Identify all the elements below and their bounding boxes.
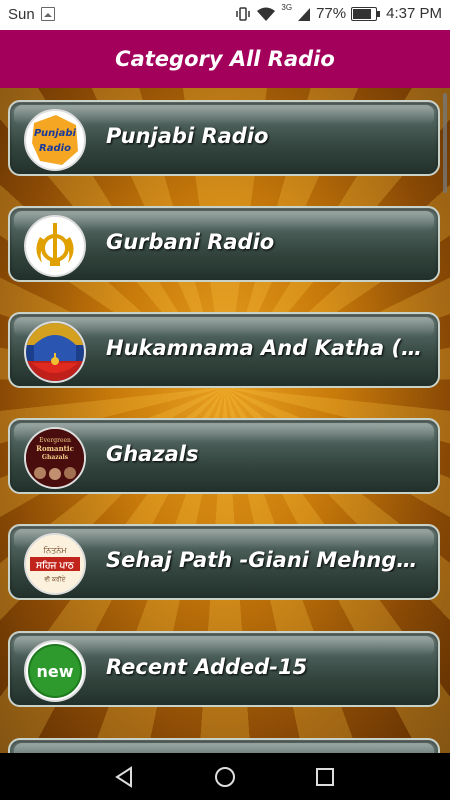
svg-text:Evergreen: Evergreen: [39, 437, 71, 444]
svg-text:ਨਿਤਨੇਮ: ਨਿਤਨੇਮ: [43, 546, 68, 555]
category-item-ghazals[interactable]: Evergreen Romantic Ghazals Ghazals: [8, 418, 440, 494]
signal-icon: [298, 7, 311, 21]
status-bar: Sun 3G 77% 4:37 PM: [0, 0, 450, 30]
svg-text:Romantic: Romantic: [36, 444, 74, 453]
scrollbar[interactable]: [443, 93, 447, 193]
vibrate-icon: [236, 6, 251, 21]
app-bar: Category All Radio: [0, 30, 450, 88]
category-label: Hukamnama And Katha (Dai…: [106, 336, 430, 360]
battery-icon: [351, 6, 381, 21]
network-type: 3G: [281, 2, 293, 12]
punjabi-radio-logo: Punjabi Radio: [24, 109, 86, 171]
category-label: Sehaj Path -Giani Mehnga Si…: [106, 548, 430, 572]
image-icon: [40, 6, 55, 21]
status-day: Sun: [8, 6, 35, 23]
home-icon[interactable]: [213, 765, 237, 789]
category-item-gurbani-radio[interactable]: Gurbani Radio: [8, 206, 440, 282]
category-label: Punjabi Radio: [106, 124, 269, 148]
category-item-partial[interactable]: [8, 738, 440, 753]
category-item-punjabi-radio[interactable]: Punjabi Radio Punjabi Radio: [8, 100, 440, 176]
category-list[interactable]: Punjabi Radio Punjabi Radio Gurbani Radi…: [0, 88, 450, 753]
svg-text:new: new: [36, 662, 73, 681]
svg-text:ਵੀ ਕਰੀਏ: ਵੀ ਕਰੀਏ: [43, 575, 66, 583]
svg-text:Radio: Radio: [39, 143, 71, 154]
category-label: Ghazals: [106, 442, 199, 466]
khanda-icon: [24, 215, 86, 277]
back-icon[interactable]: [112, 765, 136, 789]
category-item-hukamnama[interactable]: Hukamnama And Katha (Dai…: [8, 312, 440, 388]
battery-percent: 77%: [316, 5, 347, 22]
wifi-icon: [257, 7, 276, 21]
page-title: Category All Radio: [115, 47, 335, 71]
status-time: 4:37 PM: [386, 5, 442, 22]
sehaj-path-logo: ਨਿਤਨੇਮ ਸਹਿਜ ਪਾਠ ਵੀ ਕਰੀਏ: [24, 533, 86, 595]
new-badge-icon: new: [24, 640, 86, 702]
recent-apps-icon[interactable]: [313, 765, 337, 789]
category-item-recent-added[interactable]: new Recent Added-15: [8, 631, 440, 707]
navigation-bar: [0, 753, 450, 800]
category-label: Gurbani Radio: [106, 230, 275, 254]
category-item-sehaj-path[interactable]: ਨਿਤਨੇਮ ਸਹਿਜ ਪਾਠ ਵੀ ਕਰੀਏ Sehaj Path -Gian…: [8, 524, 440, 600]
svg-text:ਸਹਿਜ ਪਾਠ: ਸਹਿਜ ਪਾਠ: [35, 559, 75, 571]
svg-text:Punjabi: Punjabi: [34, 128, 77, 139]
ghazals-album-cover: Evergreen Romantic Ghazals: [24, 427, 86, 489]
golden-temple-icon: [24, 321, 86, 383]
category-label: Recent Added-15: [106, 655, 308, 679]
svg-text:Ghazals: Ghazals: [42, 454, 69, 461]
